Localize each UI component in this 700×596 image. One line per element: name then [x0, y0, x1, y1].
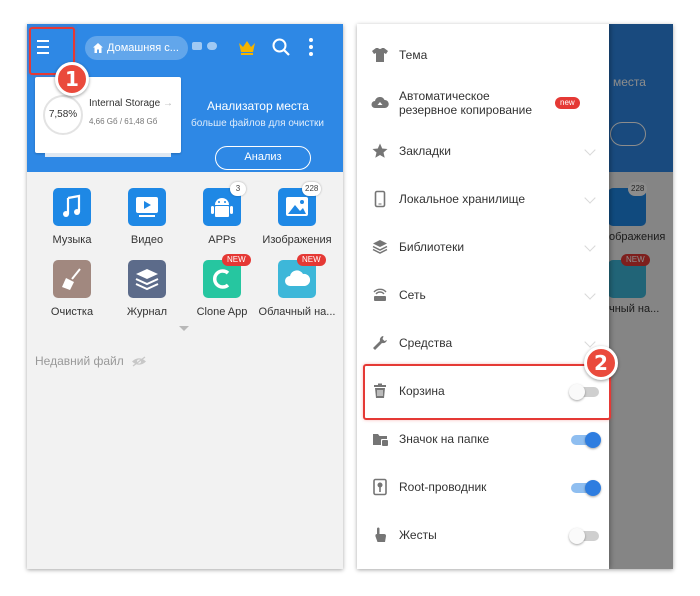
new-badge: NEW	[222, 254, 251, 266]
step-1-badge: 1	[55, 62, 89, 96]
new-badge: NEW	[297, 254, 326, 266]
storage-name: Internal Storage →	[89, 98, 173, 109]
menu-item-label: Жесты	[399, 528, 437, 542]
tile-cloud-drive[interactable]: NEW Облачный на...	[259, 254, 335, 322]
tile-label: APPs	[208, 234, 236, 246]
eye-hidden-icon[interactable]	[131, 356, 147, 367]
apps-count-badge: 3	[230, 182, 246, 196]
root-explorer-toggle[interactable]	[571, 480, 601, 496]
root-icon	[373, 478, 387, 496]
menu-item-auto-backup[interactable]: Автоматическое резервное копирование new	[357, 80, 609, 128]
menu-item-label: Значок на папке	[399, 432, 490, 446]
tile-label: Музыка	[52, 234, 92, 246]
images-count-badge: 228	[302, 182, 322, 196]
wrench-icon	[373, 336, 387, 350]
menu-item-label: Средства	[399, 336, 453, 350]
cloud-backup-icon	[371, 96, 389, 108]
analyzer-title: Анализатор места	[207, 99, 309, 113]
gesture-icon	[375, 527, 386, 542]
recent-files-label: Недавний файл	[35, 354, 124, 368]
tile-images[interactable]: 228 Изображения	[259, 182, 335, 250]
menu-item-label: Тема	[399, 48, 428, 62]
menu-item-gestures[interactable]: Жесты	[357, 512, 609, 560]
music-icon	[53, 188, 91, 226]
crown-icon[interactable]	[237, 37, 257, 57]
tile-cleaner[interactable]: Очистка	[34, 260, 110, 322]
menu-item-label: Закладки	[399, 144, 451, 158]
menu-item-bookmarks[interactable]: Закладки	[357, 128, 609, 176]
home-icon	[93, 43, 103, 53]
search-icon[interactable]	[271, 37, 291, 57]
menu-item-label: Библиотеки	[399, 240, 465, 254]
tile-clone-app[interactable]: NEW Clone App	[184, 254, 260, 322]
menu-item-tools[interactable]: Средства	[357, 320, 609, 368]
file-manager-home-screen: Домашняя с... 7,58% Internal Storage → 4…	[27, 24, 343, 569]
chevron-down-icon	[584, 288, 596, 300]
layers-icon	[372, 240, 388, 254]
home-breadcrumb[interactable]: Домашняя с...	[85, 36, 188, 60]
tile-music[interactable]: Музыка	[34, 188, 110, 250]
shirt-icon	[372, 48, 388, 62]
phone-icon	[374, 190, 386, 208]
analyze-button[interactable]: Анализ	[215, 146, 311, 170]
folder-badge-icon	[373, 434, 389, 447]
tile-label: Изображения	[262, 234, 332, 246]
star-icon	[372, 143, 388, 158]
menu-item-label: Сеть	[399, 288, 426, 302]
storage-size: 4,66 Gб / 61,48 Gб	[89, 117, 158, 126]
home-breadcrumb-label: Домашняя с...	[107, 42, 179, 54]
tile-label: Очистка	[50, 306, 94, 318]
tile-apps[interactable]: 3 APPs	[184, 182, 260, 250]
chevron-down-icon	[584, 336, 596, 348]
broom-icon	[53, 260, 91, 298]
tile-label: Видео	[130, 234, 164, 246]
cloud-small-icon[interactable]	[207, 42, 217, 50]
menu-item-root-explorer[interactable]: Root-проводник	[357, 464, 609, 512]
storage-percent: 7,58%	[43, 95, 83, 135]
menu-item-theme[interactable]: Тема	[357, 32, 609, 80]
menu-item-libraries[interactable]: Библиотеки	[357, 224, 609, 272]
menu-item-network[interactable]: Сеть	[357, 272, 609, 320]
step-2-highlight	[363, 364, 611, 420]
arrow-right-icon: →	[162, 98, 173, 109]
menu-item-folder-badge[interactable]: Значок на папке	[357, 416, 609, 464]
video-icon	[128, 188, 166, 226]
tile-label: Clone App	[196, 306, 248, 318]
stack-icon	[128, 260, 166, 298]
menu-item-label: Локальное хранилище	[399, 192, 526, 206]
analyzer-subtitle: больше файлов для очистки	[191, 118, 324, 129]
tile-video[interactable]: Видео	[109, 188, 185, 250]
network-icon	[373, 288, 387, 301]
navigation-drawer: Тема Автоматическое резервное копирование…	[357, 24, 609, 569]
expand-arrow-icon[interactable]	[179, 326, 189, 331]
chevron-down-icon	[584, 240, 596, 252]
more-options-icon[interactable]	[309, 37, 315, 57]
gestures-toggle[interactable]	[569, 528, 599, 544]
menu-item-label: Автоматическое резервное копирование	[399, 89, 533, 117]
tile-label: Облачный на...	[258, 306, 336, 318]
new-badge: new	[555, 97, 580, 109]
step-2-badge: 2	[584, 346, 618, 380]
menu-item-local-storage[interactable]: Локальное хранилище	[357, 176, 609, 224]
tile-label: Журнал	[126, 306, 168, 318]
chevron-down-icon	[584, 144, 596, 156]
navigation-drawer-screen: места 228 ображения NEW чный на... Тема …	[357, 24, 673, 569]
menu-item-label: Root-проводник	[399, 480, 487, 494]
window-icon[interactable]	[192, 42, 202, 50]
tile-log[interactable]: Журнал	[109, 260, 185, 322]
folder-badge-toggle[interactable]	[571, 432, 601, 448]
chevron-down-icon	[584, 192, 596, 204]
